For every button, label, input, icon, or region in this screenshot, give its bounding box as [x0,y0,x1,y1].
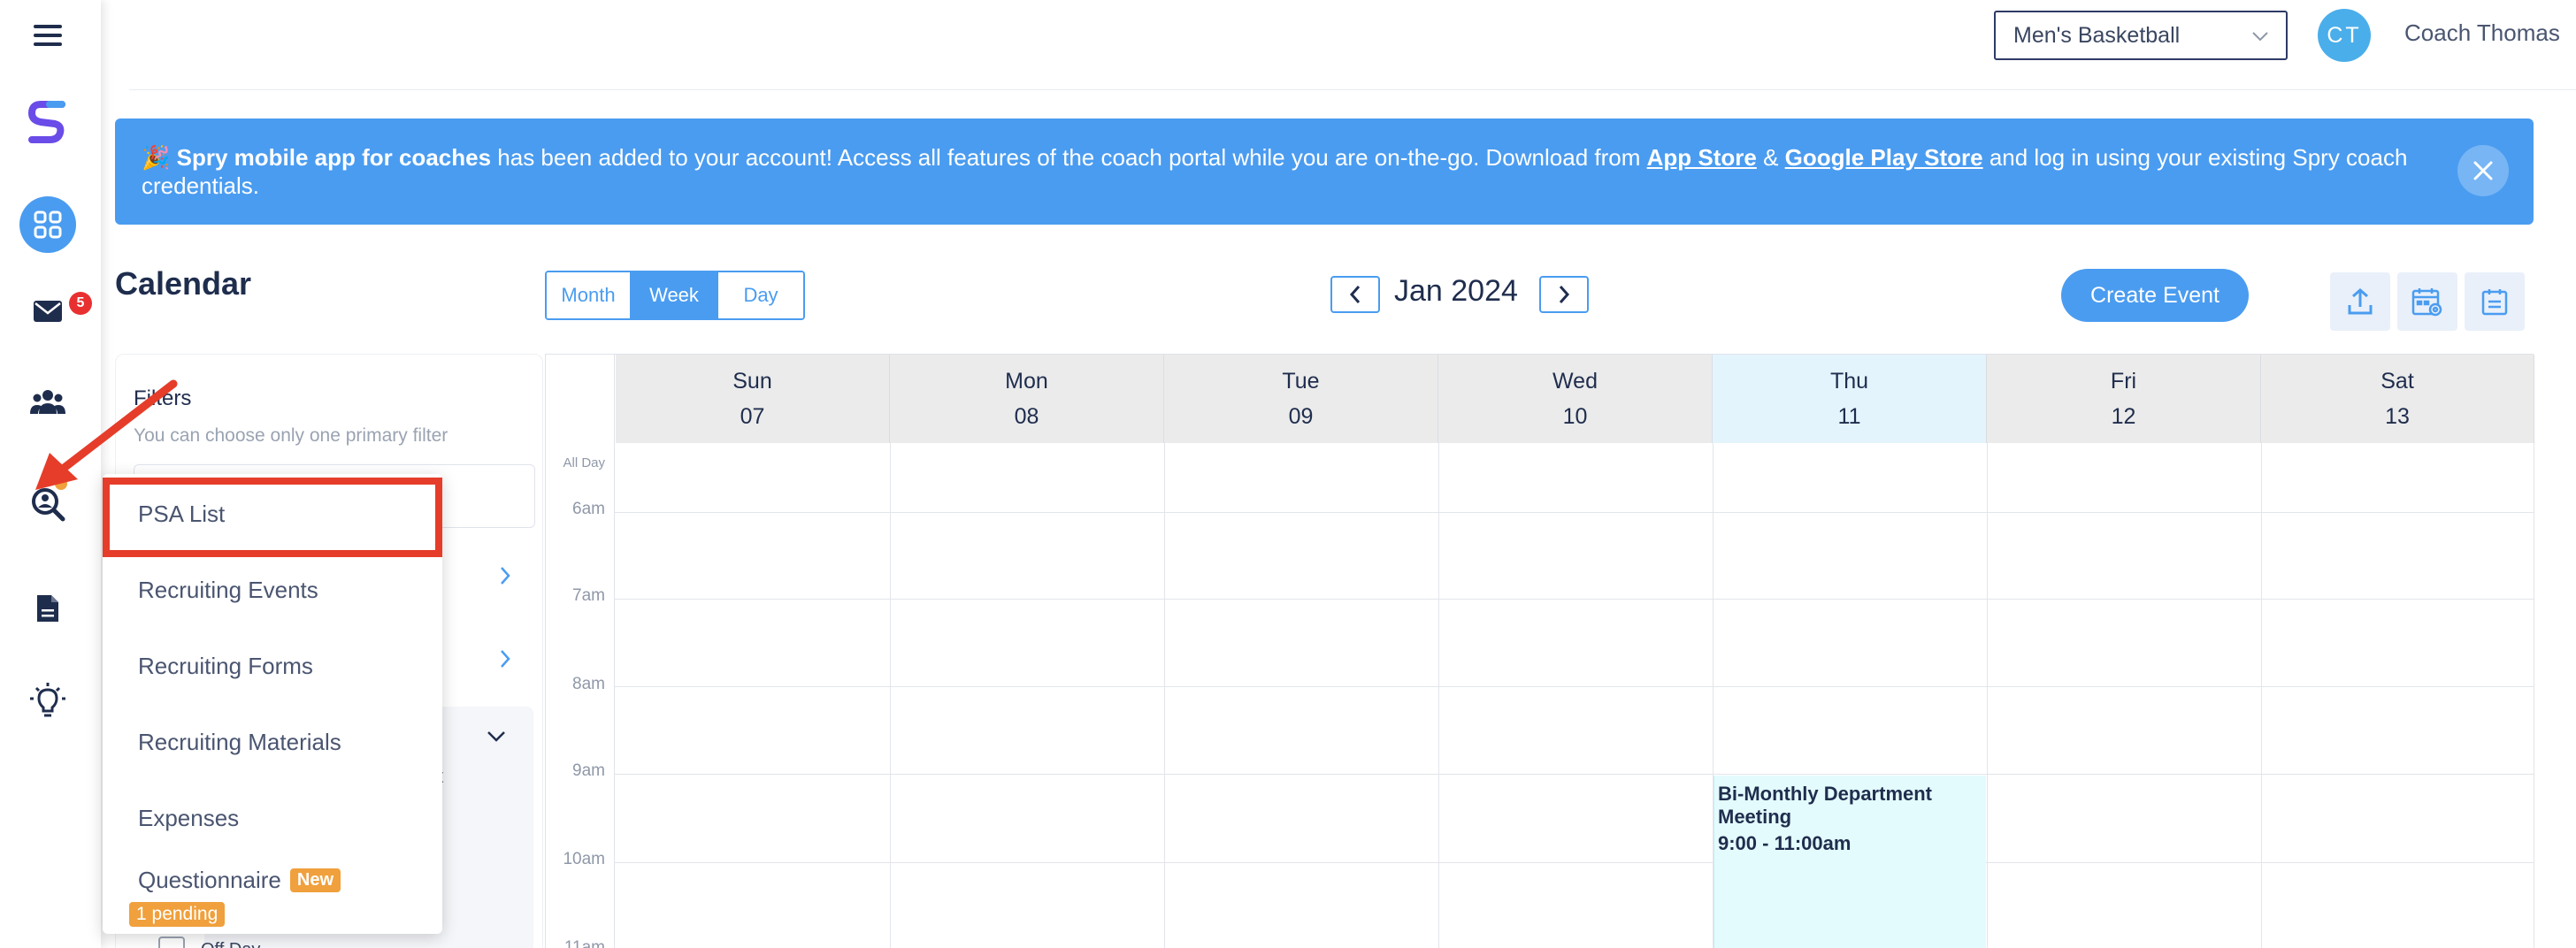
app-root: 5 Men's Basketball CT Coach Thomas 🎉 Spr… [0,0,2576,948]
chevron-right-icon[interactable] [498,565,512,586]
mail-badge: 5 [69,292,92,315]
team-select-value: Men's Basketball [2013,22,2181,48]
prev-week-button[interactable] [1330,276,1380,313]
day-name: Wed [1552,369,1598,394]
calendar-event[interactable]: Bi-Monthly Department Meeting 9:00 - 11:… [1714,776,1986,948]
chevron-left-icon [1349,286,1361,303]
mail-icon[interactable] [19,283,76,340]
menu-item-recruiting-events[interactable]: Recruiting Events [138,577,318,604]
grid-line [2261,443,2262,948]
calendar-settings-button[interactable] [2397,272,2457,331]
view-toggle: Month Week Day [545,271,805,320]
calendar-view-button[interactable] [2465,272,2525,331]
menu-item-label: Questionnaire [138,867,281,893]
grid-line [615,512,2534,513]
day-name: Tue [1282,369,1320,394]
menu-item-questionnaire[interactable]: Questionnaire New [138,867,341,894]
day-number: 13 [2385,404,2410,429]
day-number: 11 [1837,404,1861,429]
day-number: 09 [1288,404,1314,429]
chevron-right-icon[interactable] [498,648,512,669]
menu-item-psa-list[interactable]: PSA List [138,501,225,528]
grid-line [1438,443,1439,948]
day-number: 08 [1014,404,1039,429]
day-header-sat[interactable]: Sat 13 [2261,355,2534,443]
day-header-sun[interactable]: Sun 07 [616,355,890,443]
user-name[interactable]: Coach Thomas [2404,19,2560,47]
export-button[interactable] [2330,272,2390,331]
page-title: Calendar [115,265,252,302]
google-play-link[interactable]: Google Play Store [1785,144,1983,171]
menu-item-recruiting-materials[interactable]: Recruiting Materials [138,729,341,756]
next-week-button[interactable] [1539,276,1589,313]
day-header-fri[interactable]: Fri 12 [1987,355,2261,443]
chevron-down-icon [2252,32,2268,42]
team-select[interactable]: Men's Basketball [1994,11,2288,60]
menu-item-recruiting-forms[interactable]: Recruiting Forms [138,653,313,680]
day-number: 07 [740,404,765,429]
view-month-button[interactable]: Month [547,272,632,318]
banner-text-1: has been added to your account! Access a… [491,144,1647,171]
document-icon[interactable] [19,580,76,637]
grid-line [615,599,2534,600]
time-label-all-day: All Day [563,455,605,470]
dashboard-icon[interactable] [19,196,76,253]
menu-icon[interactable] [19,7,76,64]
time-label: 7am [572,586,605,605]
grid-line [615,774,2534,775]
pending-badge: 1 pending [129,902,226,927]
day-name: Sun [732,369,772,394]
grid-line [1987,443,1988,948]
banner-bold-lead: Spry mobile app for coaches [176,144,492,171]
view-day-button[interactable]: Day [717,272,803,318]
create-event-button[interactable]: Create Event [2061,269,2249,322]
time-label: 8am [572,675,605,693]
off-day-label: Off Day [201,940,260,948]
chevron-right-icon [1559,286,1570,303]
day-header-mon[interactable]: Mon 08 [890,355,1164,443]
grid-line [890,443,891,948]
day-number: 10 [1562,404,1588,429]
day-name: Mon [1005,369,1048,394]
avatar[interactable]: CT [2318,9,2371,62]
time-label: 10am [563,850,605,868]
time-label: 9am [572,761,605,780]
party-emoji: 🎉 [142,144,171,171]
grid-line [1164,443,1165,948]
day-header-thu[interactable]: Thu 11 [1713,355,1987,443]
off-day-checkbox[interactable] [158,937,185,948]
time-label: 6am [572,500,605,518]
calendar-settings-icon [2411,288,2442,317]
banner-amp: & [1756,144,1785,171]
view-week-button[interactable]: Week [632,272,717,318]
annotation-arrow-icon [35,379,178,490]
month-label: Jan 2024 [1394,274,1518,308]
new-badge: New [289,868,341,892]
spry-logo-icon[interactable] [19,94,76,150]
day-number: 12 [2111,404,2136,429]
week-grid: All Day 6am 7am 8am 9am 10am 11am Sun 07… [545,354,2534,948]
event-title: Bi-Monthly Department Meeting [1718,783,1932,828]
chevron-down-icon[interactable] [486,730,507,744]
menu-item-expenses[interactable]: Expenses [138,805,239,832]
grid-line [615,862,2534,863]
time-label: 11am [564,938,605,948]
close-icon [2473,161,2493,180]
recruiting-menu: PSA List Recruiting Events Recruiting Fo… [103,474,442,934]
event-time: 9:00 - 11:00am [1718,832,1852,854]
app-announcement-banner: 🎉 Spry mobile app for coaches has been a… [115,119,2534,225]
day-name: Fri [2110,369,2137,394]
day-name: Thu [1829,369,1869,394]
time-gutter: All Day 6am 7am 8am 9am 10am 11am [546,355,615,948]
close-banner-button[interactable] [2457,145,2509,196]
upload-icon [2348,288,2373,315]
day-header-wed[interactable]: Wed 10 [1438,355,1713,443]
grid-line [615,686,2534,687]
ideas-bulb-icon[interactable] [19,672,76,729]
day-header-tue[interactable]: Tue 09 [1164,355,1438,443]
day-name: Sat [2380,369,2414,394]
app-store-link[interactable]: App Store [1647,144,1757,171]
calendar-icon [2481,289,2508,316]
